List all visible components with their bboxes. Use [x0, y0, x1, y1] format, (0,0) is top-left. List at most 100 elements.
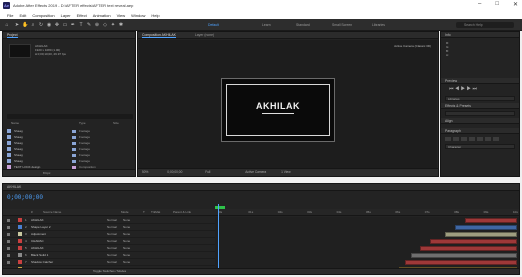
project-item[interactable]: Solids_ContentFolder: [7, 176, 133, 177]
label-color-swatch[interactable]: [72, 135, 76, 139]
search-help-input[interactable]: Search Help: [456, 22, 514, 28]
timeline-layer[interactable]: 2 Shape Layer 2 Normal None: [3, 224, 215, 231]
first-frame-icon[interactable]: ⏮: [449, 86, 454, 92]
camera-dropdown[interactable]: Active Camera: [245, 170, 266, 174]
label-color-swatch[interactable]: [72, 141, 76, 145]
menu-animation[interactable]: Animation: [93, 13, 111, 18]
timeline-layer[interactable]: 3 Adjustment Normal None: [3, 231, 215, 238]
selection-icon[interactable]: ➤: [14, 22, 20, 28]
close-button[interactable]: ✕: [513, 1, 518, 8]
pen-icon[interactable]: ✒: [70, 22, 76, 28]
pan-behind-icon[interactable]: ✥: [54, 22, 60, 28]
menu-edit[interactable]: Edit: [19, 13, 26, 18]
column-size[interactable]: Size: [113, 121, 119, 125]
layer-mode-dropdown[interactable]: Normal: [107, 260, 123, 264]
layer-name[interactable]: Shadow Catcher: [31, 260, 77, 264]
layer-duration-bar[interactable]: [405, 260, 517, 265]
rectangle-icon[interactable]: ▭: [62, 22, 68, 28]
workspace-libraries[interactable]: Libraries: [372, 23, 385, 27]
layer-duration-bar[interactable]: [445, 232, 517, 237]
visibility-eye-icon[interactable]: [7, 225, 10, 229]
visibility-eye-icon[interactable]: [7, 246, 10, 250]
libraries-field[interactable]: Libraries: [445, 96, 515, 101]
label-color-swatch[interactable]: [72, 129, 76, 133]
column-t[interactable]: T: [143, 209, 145, 216]
layer-duration-bar[interactable]: [420, 246, 517, 251]
eraser-icon[interactable]: ◇: [102, 22, 108, 28]
label-color-swatch[interactable]: [72, 147, 76, 151]
column-type[interactable]: Type: [79, 121, 86, 125]
effects-presets-header[interactable]: Effects & Presets: [441, 103, 519, 109]
menu-file[interactable]: File: [7, 13, 13, 18]
visibility-eye-icon[interactable]: [7, 232, 10, 236]
timeline-layer[interactable]: 6 Black Solid 1 Normal None: [3, 252, 215, 259]
zoom-icon[interactable]: ⌕: [30, 22, 36, 28]
layer-label-color[interactable]: [18, 260, 22, 264]
align-right-button[interactable]: [461, 137, 467, 141]
prev-frame-icon[interactable]: ◀: [455, 86, 459, 92]
menu-help[interactable]: Help: [151, 13, 159, 18]
layer-name[interactable]: Black Solid 1: [31, 253, 77, 257]
minimize-button[interactable]: –: [478, 1, 481, 8]
timeline-layer[interactable]: 7 Shadow Catcher Normal None: [3, 259, 215, 266]
visibility-eye-icon[interactable]: [7, 218, 10, 222]
last-frame-icon[interactable]: ⏭: [472, 86, 477, 92]
type-icon[interactable]: T: [78, 22, 84, 28]
composition-frame[interactable]: AKHILAK: [221, 78, 335, 142]
zoom-dropdown[interactable]: 50%: [142, 170, 148, 174]
layer-label-color[interactable]: [18, 218, 22, 222]
layer-name[interactable]: AKHILAK: [31, 246, 77, 250]
layer-name[interactable]: Adjustment: [31, 232, 77, 236]
layer-parent-dropdown[interactable]: None: [123, 253, 130, 257]
current-time-indicator[interactable]: [218, 204, 219, 268]
layer-parent-dropdown[interactable]: None: [123, 239, 130, 243]
next-frame-icon[interactable]: ▶: [467, 86, 471, 92]
brush-icon[interactable]: ✎: [86, 22, 92, 28]
justify-right-button[interactable]: [485, 137, 491, 141]
align-center-button[interactable]: [453, 137, 459, 141]
layer-parent-dropdown[interactable]: None: [123, 246, 130, 250]
justify-all-button[interactable]: [493, 137, 499, 141]
layer-parent-dropdown[interactable]: None: [123, 218, 130, 222]
resolution-dropdown[interactable]: Full: [205, 170, 210, 174]
rotate-icon[interactable]: ↻: [38, 22, 44, 28]
align-panel-header[interactable]: Align: [441, 118, 519, 124]
column-source-name[interactable]: Source Name: [43, 209, 61, 216]
layer-mode-dropdown[interactable]: Normal: [107, 232, 123, 236]
visibility-eye-icon[interactable]: [7, 239, 10, 243]
layer-label-color[interactable]: [18, 246, 22, 250]
timeline-layer[interactable]: 4 CHARAC Normal None: [3, 238, 215, 245]
effects-search-input[interactable]: [445, 111, 515, 116]
menu-effect[interactable]: Effect: [77, 13, 87, 18]
layer-name[interactable]: Shape Layer 2: [31, 225, 77, 229]
column-parent[interactable]: Parent & Link: [173, 209, 191, 216]
puppet-icon[interactable]: ✱: [118, 22, 124, 28]
layer-parent-dropdown[interactable]: None: [123, 260, 130, 264]
roto-icon[interactable]: ✦: [110, 22, 116, 28]
viewer-timecode[interactable]: 0;00;00;00: [167, 170, 182, 174]
camera-icon[interactable]: ◉: [46, 22, 52, 28]
layer-mode-dropdown[interactable]: Normal: [107, 225, 123, 229]
menu-composition[interactable]: Composition: [32, 13, 54, 18]
tab-composition[interactable]: Composition AKHILAK: [142, 33, 176, 38]
layer-duration-bar[interactable]: [411, 253, 517, 258]
layer-mode-dropdown[interactable]: Normal: [107, 246, 123, 250]
character-field[interactable]: Character: [445, 144, 515, 149]
layer-label-color[interactable]: [18, 232, 22, 236]
column-layer-number[interactable]: #: [31, 209, 33, 216]
menu-view[interactable]: View: [117, 13, 126, 18]
layer-parent-dropdown[interactable]: None: [123, 225, 130, 229]
layer-parent-dropdown[interactable]: None: [123, 232, 130, 236]
toggle-switches-modes[interactable]: Toggle Switches / Modes: [93, 269, 126, 273]
column-mode[interactable]: Mode: [121, 209, 129, 216]
layer-name[interactable]: AKHILAK: [31, 218, 77, 222]
project-search-input[interactable]: [7, 114, 133, 119]
label-color-swatch[interactable]: [72, 153, 76, 157]
menu-layer[interactable]: Layer: [61, 13, 71, 18]
tab-timeline-comp[interactable]: AKHILAK: [7, 185, 21, 189]
visibility-eye-icon[interactable]: [7, 253, 10, 257]
layer-label-color[interactable]: [18, 239, 22, 243]
layer-mode-dropdown[interactable]: Normal: [107, 253, 123, 257]
timeline-layer[interactable]: 1 AKHILAK Normal None: [3, 217, 215, 224]
composition-viewer[interactable]: Active Camera (Classic 3D) AKHILAK: [139, 40, 437, 168]
